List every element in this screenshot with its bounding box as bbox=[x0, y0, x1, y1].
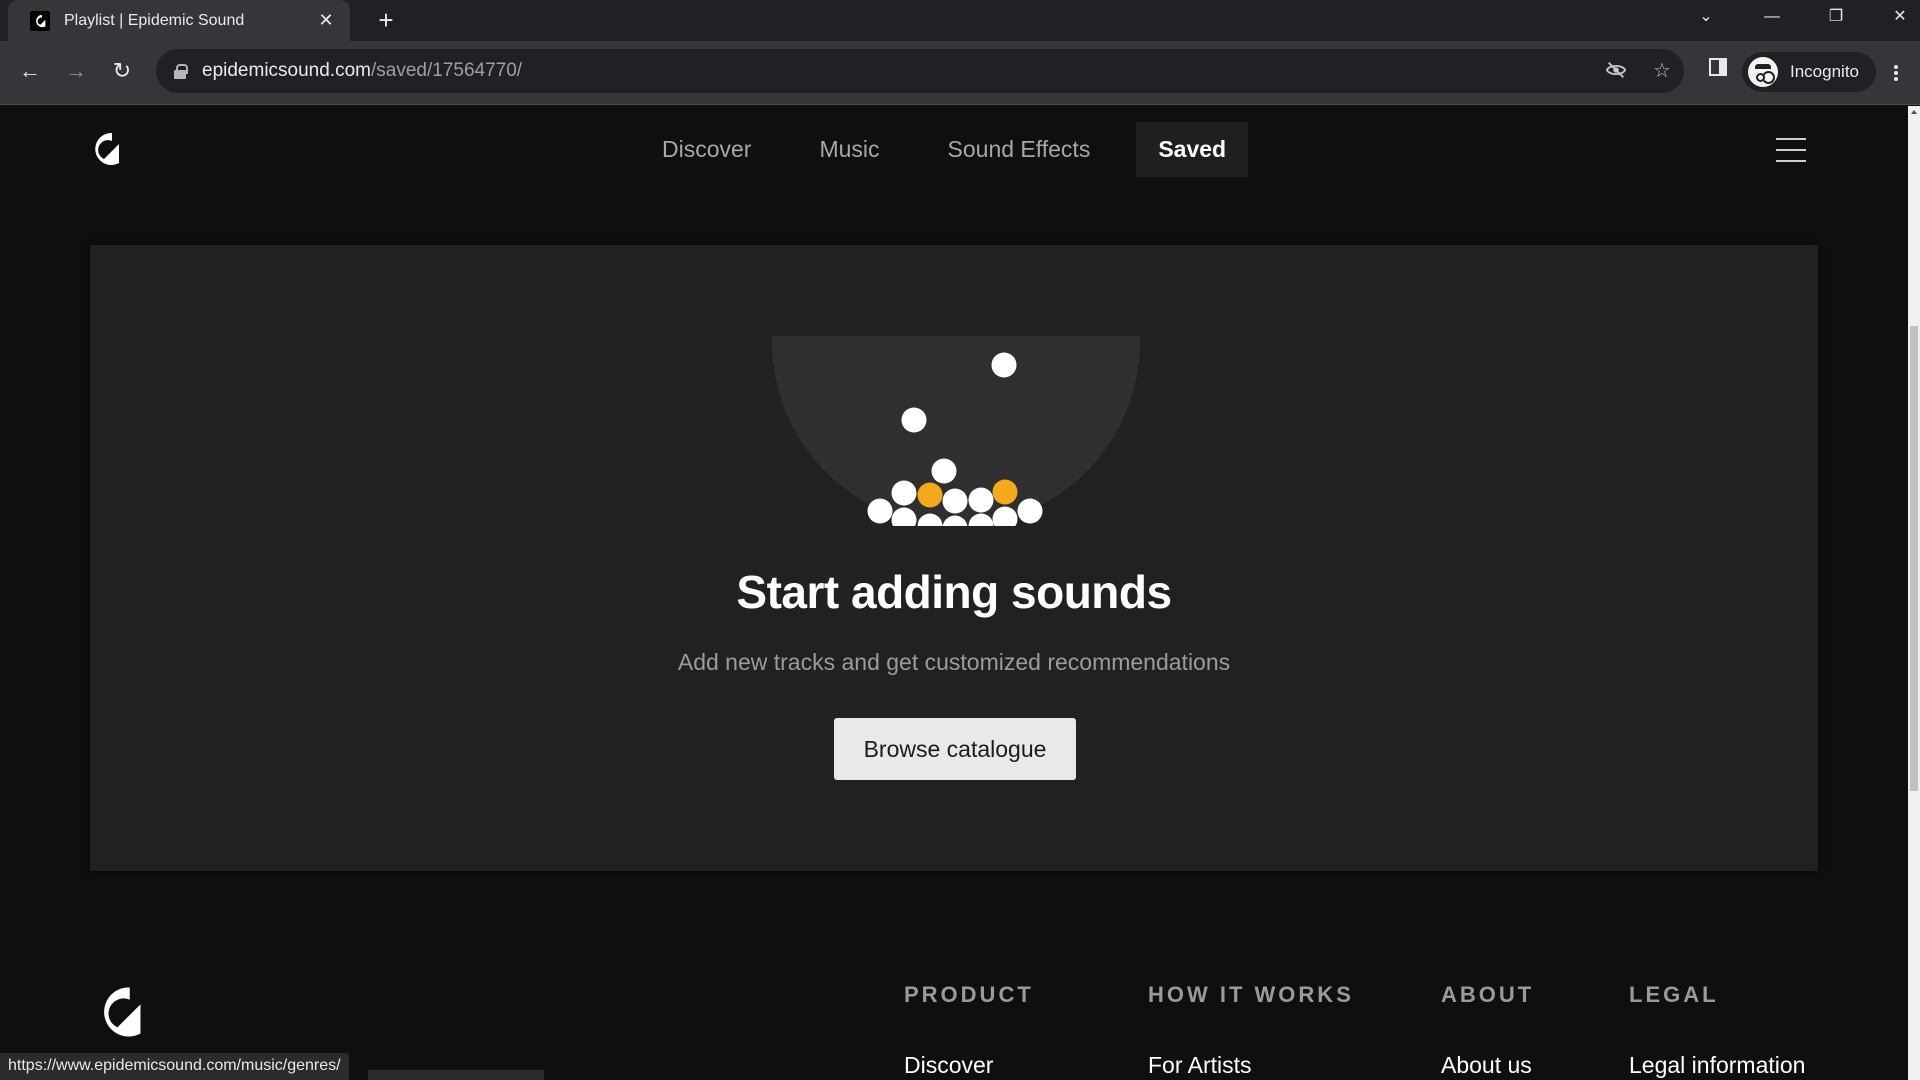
ball bbox=[991, 352, 1017, 378]
ball bbox=[891, 480, 917, 506]
footer-heading: ABOUT bbox=[1441, 982, 1535, 1007]
minimize-icon[interactable]: — bbox=[1742, 0, 1802, 34]
footer-column-legal: LEGAL Legal information bbox=[1629, 982, 1805, 1079]
ball bbox=[931, 458, 957, 484]
nav-music[interactable]: Music bbox=[797, 122, 901, 177]
incognito-icon bbox=[1748, 57, 1778, 87]
url-host: epidemicsound.com bbox=[202, 60, 371, 81]
footer-link[interactable]: For Artists bbox=[1148, 1052, 1354, 1079]
restore-icon[interactable]: ❐ bbox=[1806, 0, 1866, 34]
footer-link[interactable]: Legal information bbox=[1629, 1052, 1805, 1079]
star-icon[interactable]: ☆ bbox=[1650, 59, 1674, 83]
side-panel-icon[interactable] bbox=[1706, 57, 1730, 85]
address-bar[interactable]: epidemicsound.com/saved/17564770/ ☆ bbox=[156, 49, 1684, 93]
kebab-menu-icon[interactable] bbox=[1894, 63, 1902, 83]
footer-column-about: ABOUT About us bbox=[1441, 982, 1534, 1079]
browser-tab-bar: Playlist | Epidemic Sound ✕ + ⌄ — ❐ ✕ bbox=[0, 0, 1920, 41]
ball bbox=[1017, 498, 1043, 524]
profile-label: Incognito bbox=[1790, 62, 1859, 81]
epidemic-logo-icon[interactable] bbox=[90, 132, 120, 166]
close-icon[interactable]: ✕ bbox=[1870, 0, 1920, 34]
hamburger-icon[interactable] bbox=[1776, 138, 1806, 162]
page-content: Discover Music Sound Effects Saved Start… bbox=[0, 106, 1908, 1080]
ball bbox=[901, 407, 927, 433]
footer-heading: HOW IT WORKS bbox=[1148, 982, 1354, 1007]
eye-off-icon[interactable] bbox=[1604, 59, 1628, 83]
lock-icon[interactable] bbox=[174, 64, 188, 79]
ball bbox=[968, 487, 994, 513]
nav-sound-effects[interactable]: Sound Effects bbox=[926, 122, 1113, 177]
arrow-right-icon[interactable]: → bbox=[60, 55, 92, 87]
reload-icon[interactable]: ↻ bbox=[106, 55, 138, 87]
chevron-down-icon[interactable]: ⌄ bbox=[1676, 0, 1736, 34]
nav-discover[interactable]: Discover bbox=[640, 122, 773, 177]
scrollbar-thumb[interactable] bbox=[1910, 326, 1918, 791]
footer-column-product: PRODUCT Discover bbox=[904, 982, 1034, 1079]
arrow-left-icon[interactable]: ← bbox=[14, 55, 46, 87]
ball bbox=[942, 488, 968, 514]
main-nav: Discover Music Sound Effects Saved bbox=[640, 122, 1272, 177]
footer-heading: LEGAL bbox=[1629, 982, 1719, 1007]
profile-button[interactable]: Incognito bbox=[1742, 52, 1876, 92]
tab-title: Playlist | Epidemic Sound bbox=[64, 11, 245, 29]
footer-link[interactable]: Discover bbox=[904, 1052, 1034, 1079]
status-url: https://www.epidemicsound.com/music/genr… bbox=[0, 1053, 349, 1080]
browser-tab[interactable]: Playlist | Epidemic Sound ✕ bbox=[8, 0, 350, 41]
footer-column-how-it-works: HOW IT WORKS For Artists bbox=[1148, 982, 1354, 1079]
empty-state-title: Start adding sounds bbox=[736, 566, 1172, 618]
browse-catalogue-button[interactable]: Browse catalogue bbox=[834, 718, 1076, 780]
footer-logo-icon[interactable] bbox=[96, 984, 142, 1040]
scroll-up-icon[interactable] bbox=[1911, 110, 1917, 114]
page-scrollbar[interactable] bbox=[1908, 106, 1920, 1080]
url-path: /saved/17564770/ bbox=[370, 60, 523, 81]
close-icon[interactable]: ✕ bbox=[316, 10, 336, 31]
epidemic-logo-icon bbox=[30, 10, 50, 31]
footer-heading: PRODUCT bbox=[904, 982, 1034, 1007]
status-bar-extension bbox=[368, 1070, 544, 1080]
plus-icon[interactable]: + bbox=[370, 4, 402, 36]
nav-saved[interactable]: Saved bbox=[1136, 122, 1249, 177]
footer-link[interactable]: About us bbox=[1441, 1052, 1534, 1079]
empty-playlist-illustration bbox=[772, 336, 1140, 526]
empty-state-subtitle: Add new tracks and get customized recomm… bbox=[677, 649, 1231, 675]
accent-ball bbox=[917, 482, 943, 508]
accent-ball bbox=[992, 479, 1018, 505]
empty-state-card: Start adding sounds Add new tracks and g… bbox=[90, 245, 1818, 871]
ball bbox=[867, 498, 893, 524]
browser-toolbar: ← → ↻ epidemicsound.com/saved/17564770/ … bbox=[0, 41, 1920, 105]
